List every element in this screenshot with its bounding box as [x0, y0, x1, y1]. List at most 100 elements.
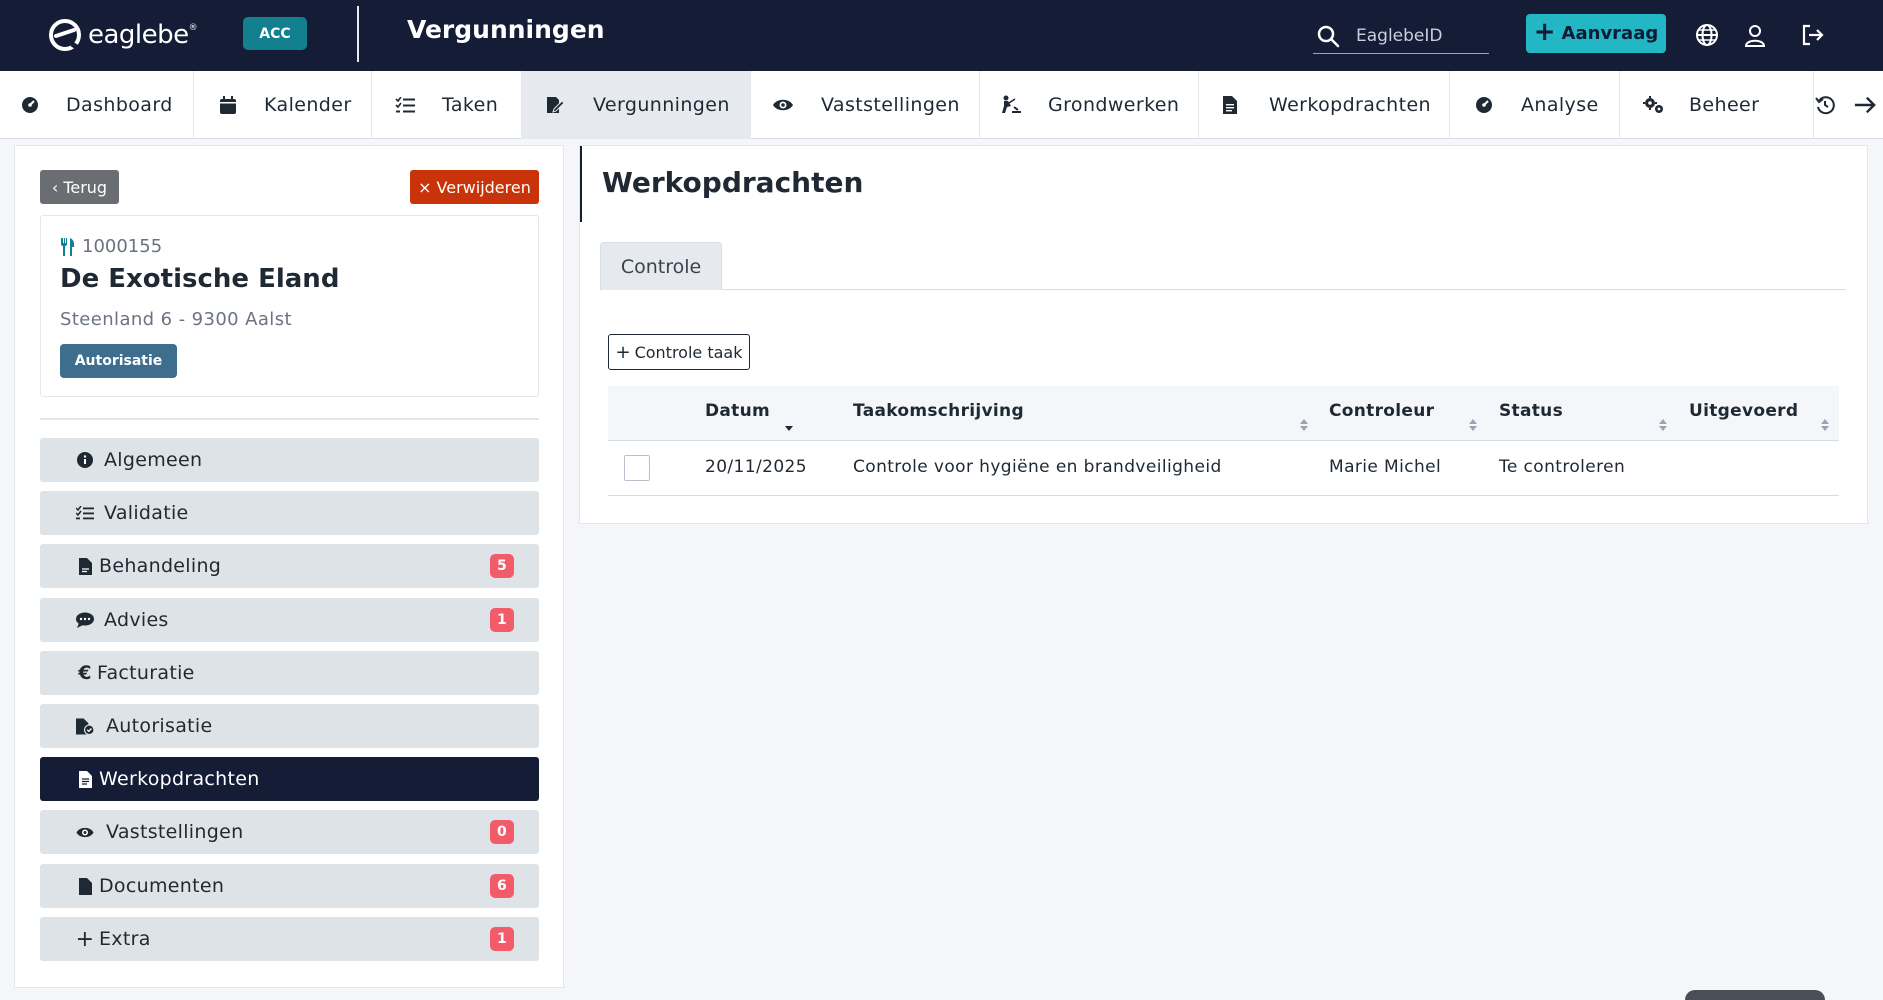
sort-icon[interactable]	[1468, 418, 1478, 432]
sort-desc-icon[interactable]	[784, 418, 794, 432]
dossier-sidebar: ‹ Terug × Verwijderen 1000155 De Exotisc…	[14, 145, 564, 988]
delete-button[interactable]: × Verwijderen	[410, 170, 539, 204]
eye-icon	[772, 94, 794, 116]
sidebar-item-autorisatie[interactable]: Autorisatie	[40, 704, 539, 748]
delete-label: Verwijderen	[436, 177, 531, 197]
user-icon[interactable]	[1742, 22, 1768, 48]
count-badge: 1	[490, 927, 514, 951]
row-checkbox[interactable]	[624, 455, 650, 481]
file-check-icon	[76, 717, 94, 735]
cell-taakomschrijving: Controle voor hygiëne en brandveiligheid	[853, 457, 1222, 477]
sidebar-item-label: Autorisatie	[106, 715, 213, 737]
dossier-address: Steenland 6 - 9300 Aalst	[60, 309, 292, 330]
euro-icon: €	[78, 662, 92, 684]
sort-icon[interactable]	[1820, 418, 1830, 432]
gauge-icon	[1473, 94, 1495, 116]
nav-label: Beheer	[1689, 94, 1760, 116]
tasks-icon	[394, 94, 416, 116]
sort-icon[interactable]	[1658, 418, 1668, 432]
file-icon	[76, 877, 94, 895]
sort-icon[interactable]	[1299, 418, 1309, 432]
dossier-card: 1000155 De Exotische Eland Steenland 6 -…	[40, 215, 539, 397]
sidebar-item-label: Algemeen	[104, 449, 203, 471]
sidebar-item-validatie[interactable]: Validatie	[40, 491, 539, 535]
nav-label: Vaststellingen	[821, 94, 960, 116]
nav-label: Vergunningen	[593, 94, 730, 116]
sidebar-item-label: Validatie	[104, 502, 189, 524]
count-badge: 5	[490, 554, 514, 578]
nav-label: Analyse	[1521, 94, 1599, 116]
info-icon	[76, 451, 94, 469]
add-controle-task-label: Controle taak	[634, 342, 743, 362]
sidebar-item-label: Documenten	[99, 875, 225, 897]
gears-icon	[1643, 94, 1665, 116]
nav-item-werkopdrachten[interactable]: Werkopdrachten	[1199, 71, 1450, 139]
dossier-name: De Exotische Eland	[60, 264, 340, 294]
nav-item-dashboard[interactable]: Dashboard	[0, 71, 194, 139]
nav-label: Taken	[442, 94, 499, 116]
chat-icon	[76, 611, 94, 629]
tab-controle[interactable]: Controle	[600, 242, 722, 290]
sidebar-item-behandeling[interactable]: Behandeling 5	[40, 544, 539, 588]
utensils-icon	[61, 237, 75, 256]
cell-status: Te controleren	[1499, 457, 1626, 477]
floating-panel-handle[interactable]	[1685, 990, 1825, 1000]
new-request-button[interactable]: + Aanvraag	[1526, 14, 1666, 53]
column-header-datum[interactable]: Datum	[705, 401, 770, 421]
history-icon[interactable]	[1814, 94, 1836, 116]
sidebar-item-label: Behandeling	[99, 555, 222, 577]
cell-controleur: Marie Michel	[1329, 457, 1442, 477]
back-label: Terug	[63, 177, 108, 197]
work-orders-table: Datum Taakomschrijving Controleur Status…	[608, 386, 1839, 496]
sidebar-item-algemeen[interactable]: Algemeen	[40, 438, 539, 482]
sidebar-item-werkopdrachten[interactable]: Werkopdrachten	[40, 757, 539, 801]
globe-icon[interactable]	[1694, 22, 1720, 48]
nav-item-beheer[interactable]: Beheer	[1620, 71, 1814, 139]
plus-icon: +	[615, 341, 631, 363]
column-header-uitgevoerd[interactable]: Uitgevoerd	[1689, 401, 1798, 421]
chevron-left-icon: ‹	[51, 177, 59, 197]
sidebar-item-label: Vaststellingen	[106, 821, 244, 843]
nav-label: Kalender	[264, 94, 352, 116]
new-request-label: Aanvraag	[1561, 23, 1659, 44]
eye-icon	[76, 823, 94, 841]
logout-icon[interactable]	[1799, 22, 1825, 48]
permit-icon	[544, 94, 566, 116]
sidebar-item-extra[interactable]: + Extra 1	[40, 917, 539, 961]
back-button[interactable]: ‹ Terug	[40, 170, 119, 204]
dossier-number: 1000155	[82, 236, 163, 257]
search-input[interactable]	[1356, 25, 1486, 46]
top-bar: eaglebe ® ACC Vergunningen + Aanvraag	[0, 0, 1883, 71]
cell-datum: 20/11/2025	[705, 457, 807, 477]
column-header-status[interactable]: Status	[1499, 401, 1563, 421]
search-box[interactable]	[1313, 18, 1489, 54]
sidebar-item-advies[interactable]: Advies 1	[40, 598, 539, 642]
main-navigation: Dashboard Kalender Taken Vergunningen Va…	[0, 71, 1883, 139]
nav-extra	[1814, 71, 1883, 139]
digging-icon	[1000, 94, 1022, 116]
dossier-number-row: 1000155	[60, 236, 162, 257]
sidebar-item-documenten[interactable]: Documenten 6	[40, 864, 539, 908]
nav-item-vergunningen[interactable]: Vergunningen	[522, 71, 751, 139]
arrow-right-icon[interactable]	[1854, 94, 1876, 116]
column-header-controleur[interactable]: Controleur	[1329, 401, 1434, 421]
nav-item-kalender[interactable]: Kalender	[194, 71, 372, 139]
brand-logo[interactable]: eaglebe ®	[48, 18, 198, 52]
nav-item-analyse[interactable]: Analyse	[1450, 71, 1620, 139]
file-icon	[76, 557, 94, 575]
nav-item-vaststellingen[interactable]: Vaststellingen	[751, 71, 980, 139]
work-orders-panel: Werkopdrachten Controle + Controle taak …	[579, 145, 1868, 524]
sidebar-item-facturatie[interactable]: € Facturatie	[40, 651, 539, 695]
document-icon	[76, 770, 94, 788]
sidebar-item-label: Extra	[99, 928, 151, 950]
divider	[40, 418, 539, 420]
page-title: Vergunningen	[407, 15, 605, 44]
sidebar-item-vaststellingen[interactable]: Vaststellingen 0	[40, 810, 539, 854]
table-row[interactable]: 20/11/2025 Controle voor hygiëne en bran…	[608, 441, 1839, 496]
nav-item-taken[interactable]: Taken	[372, 71, 522, 139]
status-badge: Autorisatie	[60, 344, 177, 378]
column-header-taakomschrijving[interactable]: Taakomschrijving	[853, 401, 1024, 421]
nav-item-grondwerken[interactable]: Grondwerken	[980, 71, 1199, 139]
count-badge: 1	[490, 608, 514, 632]
add-controle-task-button[interactable]: + Controle taak	[608, 334, 750, 370]
